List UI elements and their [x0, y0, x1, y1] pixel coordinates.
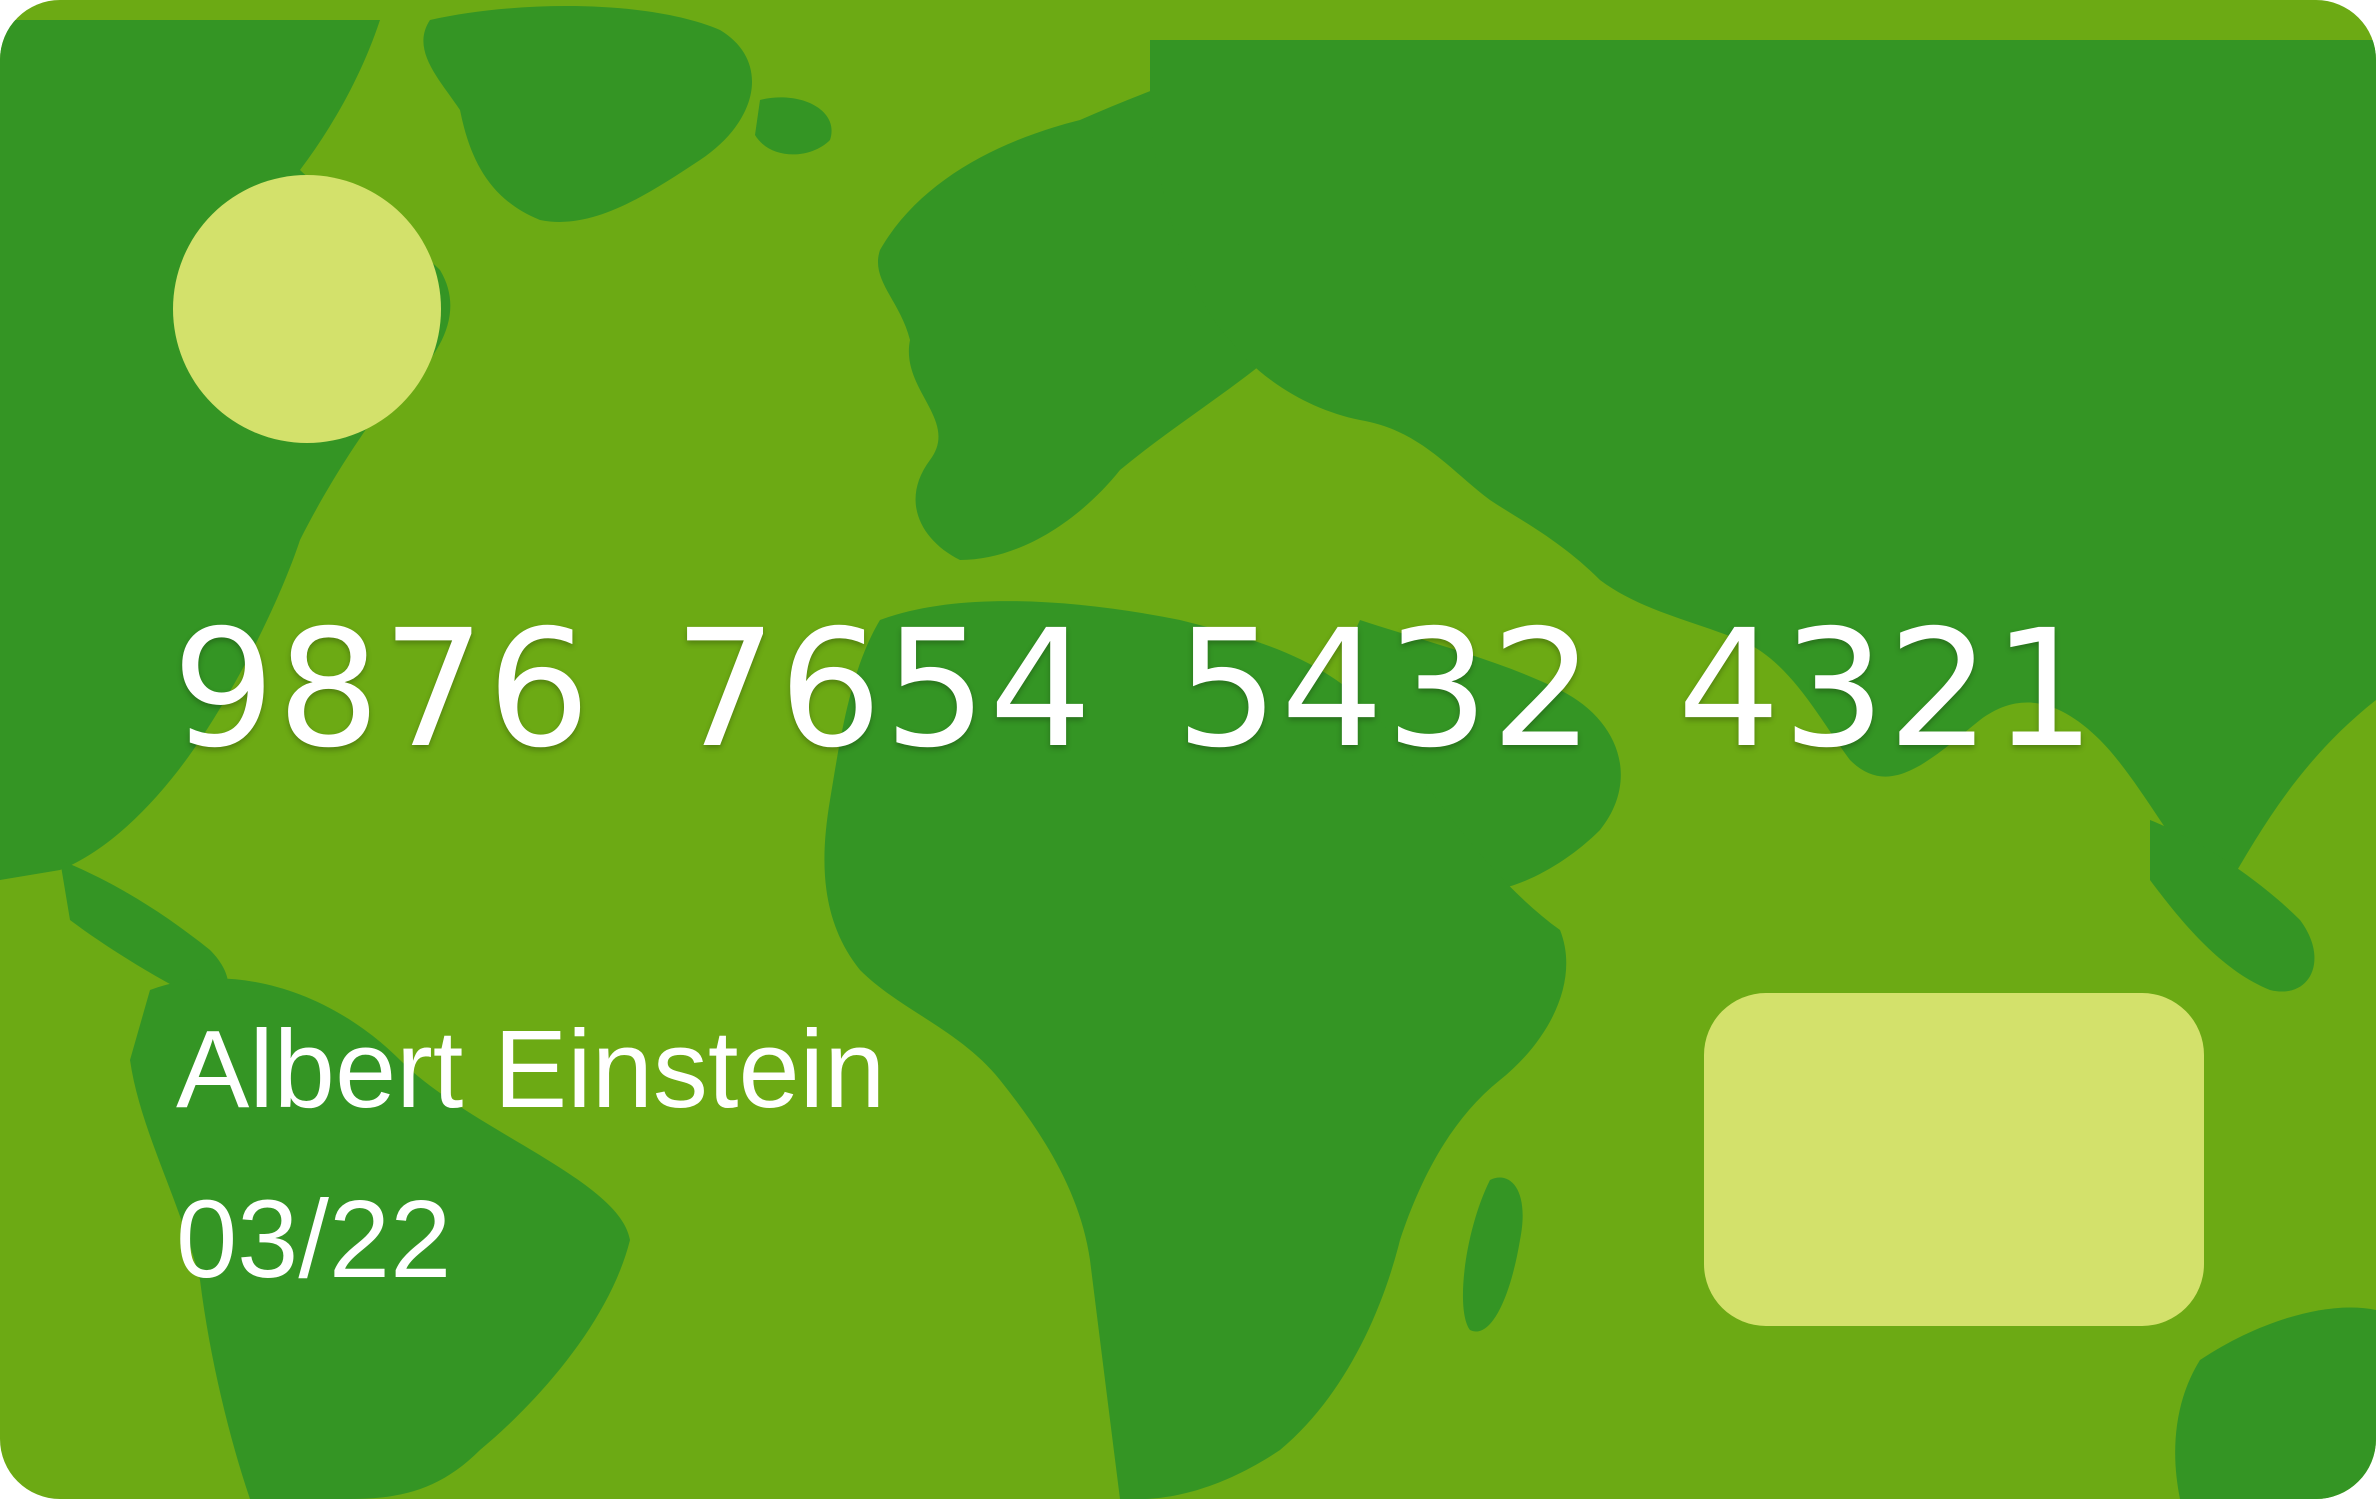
circle-logo-icon [173, 175, 441, 443]
card-number-group-2: 7654 [673, 596, 1095, 784]
cardholder-name: Albert Einstein [176, 1008, 886, 1131]
card-number-group-3: 5432 [1175, 596, 1596, 784]
card-chip-icon [1704, 993, 2204, 1326]
card-number-group-1: 9876 [172, 596, 593, 784]
credit-card: 9876 7654 5432 4321 Albert Einstein 03/2… [0, 0, 2376, 1499]
card-number: 9876 7654 5432 4321 [172, 590, 2172, 790]
expiry-date: 03/22 [176, 1178, 452, 1301]
card-number-group-4: 4321 [1677, 596, 2098, 784]
